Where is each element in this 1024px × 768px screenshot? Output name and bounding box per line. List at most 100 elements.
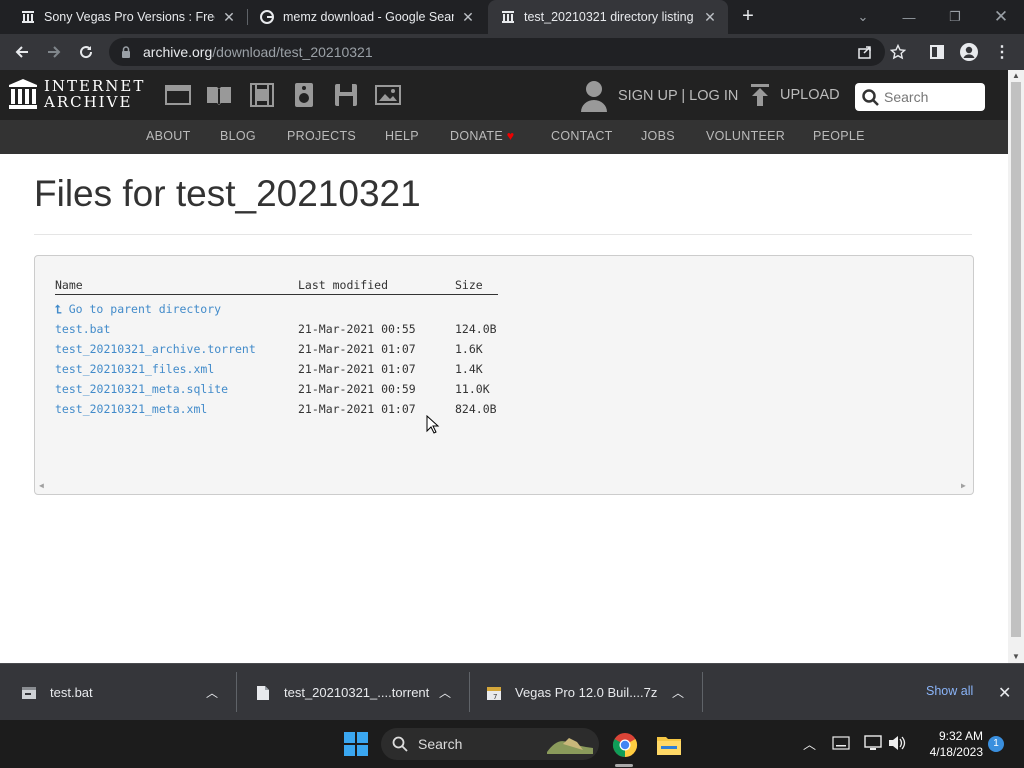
table-row: test_20210321_meta.xml 21-Mar-2021 01:07…	[35, 402, 975, 422]
google-icon	[259, 9, 275, 25]
network-icon[interactable]	[864, 735, 882, 751]
file-modified: 21-Mar-2021 01:07	[298, 342, 416, 356]
nav-blog[interactable]: BLOG	[220, 129, 256, 143]
upload-arrow-icon	[751, 84, 769, 106]
close-tab-icon[interactable]: ✕	[702, 9, 718, 25]
file-link[interactable]: test_20210321_archive.torrent	[55, 342, 256, 356]
close-download-shelf-icon[interactable]: ✕	[998, 683, 1011, 703]
windows-taskbar: Search ︿ 9:32 AM 4/18/2023 1	[0, 720, 1024, 768]
nav-help[interactable]: HELP	[385, 129, 419, 143]
nav-people[interactable]: PEOPLE	[813, 129, 865, 143]
table-row: test_20210321_files.xml 21-Mar-2021 01:0…	[35, 362, 975, 382]
share-icon[interactable]	[853, 40, 877, 64]
tab-sony-vegas[interactable]: Sony Vegas Pro Versions : Free D ✕	[0, 0, 247, 34]
close-window-icon[interactable]: ✕	[978, 0, 1024, 34]
scroll-down-icon[interactable]: ▼	[1012, 653, 1020, 661]
page-title: Files for test_20210321	[34, 173, 421, 214]
tab-directory-listing[interactable]: test_20210321 directory listing ✕	[488, 0, 728, 34]
parent-directory-link[interactable]: ⮤ Go to parent directory	[55, 302, 221, 317]
video-film-icon[interactable]	[249, 83, 275, 107]
file-explorer-icon[interactable]	[656, 732, 682, 758]
forward-icon[interactable]	[42, 40, 66, 64]
tab-title: Sony Vegas Pro Versions : Free D	[44, 10, 215, 24]
minimize-icon[interactable]: —	[886, 0, 932, 34]
notification-badge[interactable]: 1	[988, 736, 1004, 752]
clock-time: 9:32 AM	[938, 729, 983, 743]
site-search-input[interactable]	[884, 89, 979, 105]
system-clock[interactable]: 9:32 AM 4/18/2023	[915, 728, 983, 760]
scroll-right-icon[interactable]: ▶	[961, 482, 969, 490]
file-link[interactable]: test_20210321_meta.xml	[55, 402, 207, 416]
file-size: 11.0K	[455, 382, 490, 396]
download-item[interactable]: 7 Vegas Pro 12.0 Buil....7z	[486, 664, 657, 721]
download-filename: test_20210321_....torrent	[284, 685, 430, 700]
file-size: 124.0B	[455, 322, 497, 336]
ia-top-bar: INTERNET ARCHIVE SIGN UP | LOG IN UPLOAD	[0, 70, 1008, 120]
chevron-up-icon[interactable]: ︿	[204, 684, 220, 700]
taskbar-search-box[interactable]: Search	[381, 728, 599, 760]
side-panel-icon[interactable]	[925, 40, 949, 64]
nav-donate[interactable]: DONATE ♥	[450, 129, 514, 143]
parent-directory-row: ⮤ Go to parent directory	[35, 302, 975, 322]
texts-book-icon[interactable]	[206, 83, 232, 107]
scroll-up-icon[interactable]: ▲	[1012, 72, 1020, 80]
sign-up-login-link[interactable]: SIGN UP | LOG IN	[580, 80, 738, 112]
file-link[interactable]: test.bat	[55, 322, 110, 336]
site-search-box	[855, 83, 985, 111]
table-row: test_20210321_meta.sqlite 21-Mar-2021 00…	[35, 382, 975, 402]
scrollbar-thumb[interactable]	[1011, 82, 1021, 637]
audio-speaker-icon[interactable]	[291, 83, 317, 107]
bookmark-star-icon[interactable]	[886, 40, 910, 64]
upload-link[interactable]: UPLOAD	[750, 84, 840, 106]
restore-icon[interactable]: ❐	[932, 0, 978, 34]
web-icon[interactable]	[165, 83, 191, 107]
address-bar[interactable]: archive.org/download/test_20210321	[109, 38, 885, 66]
search-icon[interactable]	[862, 88, 879, 106]
up-arrow-icon: ⮤	[55, 302, 62, 316]
nav-volunteer[interactable]: VOLUNTEER	[706, 129, 785, 143]
close-tab-icon[interactable]: ✕	[221, 9, 237, 25]
download-item[interactable]: test.bat	[21, 664, 93, 721]
nav-jobs[interactable]: JOBS	[641, 129, 675, 143]
column-header-name[interactable]: Name	[55, 278, 83, 292]
ia-building-icon	[9, 79, 37, 109]
url-text: archive.org/download/test_20210321	[143, 44, 373, 60]
keyboard-icon[interactable]	[832, 736, 850, 750]
scroll-left-icon[interactable]: ◀	[39, 482, 47, 490]
download-item[interactable]: test_20210321_....torrent	[255, 664, 429, 721]
profile-icon[interactable]	[957, 40, 981, 64]
file-link[interactable]: test_20210321_meta.sqlite	[55, 382, 228, 396]
new-tab-icon[interactable]: +	[737, 6, 759, 28]
back-icon[interactable]	[10, 40, 34, 64]
file-link[interactable]: test_20210321_files.xml	[55, 362, 214, 376]
download-divider	[236, 672, 237, 712]
menu-kebab-icon[interactable]: ⋮	[990, 40, 1014, 64]
tab-google-search[interactable]: memz download - Google Searc ✕	[248, 0, 486, 34]
user-avatar-icon	[581, 81, 607, 112]
file-size: 824.0B	[455, 402, 497, 416]
chrome-icon[interactable]	[612, 732, 638, 758]
nav-contact[interactable]: CONTACT	[551, 129, 613, 143]
table-row: test.bat 21-Mar-2021 00:55 124.0B	[35, 322, 975, 342]
images-icon[interactable]	[375, 83, 401, 107]
volume-icon[interactable]	[888, 735, 906, 751]
file-modified: 21-Mar-2021 00:55	[298, 322, 416, 336]
close-tab-icon[interactable]: ✕	[460, 9, 476, 25]
table-row: test_20210321_archive.torrent 21-Mar-202…	[35, 342, 975, 362]
ia-logo[interactable]: INTERNET ARCHIVE	[8, 78, 145, 110]
chevron-up-icon[interactable]: ︿	[670, 684, 686, 700]
nav-projects[interactable]: PROJECTS	[287, 129, 356, 143]
nav-about[interactable]: ABOUT	[146, 129, 191, 143]
tab-search-icon[interactable]: ⌄	[840, 0, 886, 34]
page-scrollbar[interactable]: ▲ ▼	[1008, 70, 1024, 663]
show-all-downloads-link[interactable]: Show all	[926, 684, 973, 698]
column-header-modified[interactable]: Last modified	[298, 278, 388, 292]
chevron-up-icon[interactable]: ︿	[437, 684, 453, 700]
search-highlight-icon	[547, 738, 593, 754]
column-header-size[interactable]: Size	[455, 278, 483, 292]
reload-icon[interactable]	[74, 40, 98, 64]
tab-title: test_20210321 directory listing	[524, 10, 694, 24]
windows-start-icon[interactable]	[344, 732, 368, 756]
software-disk-icon[interactable]	[333, 83, 359, 107]
show-hidden-icons-icon[interactable]: ︿	[803, 734, 816, 753]
